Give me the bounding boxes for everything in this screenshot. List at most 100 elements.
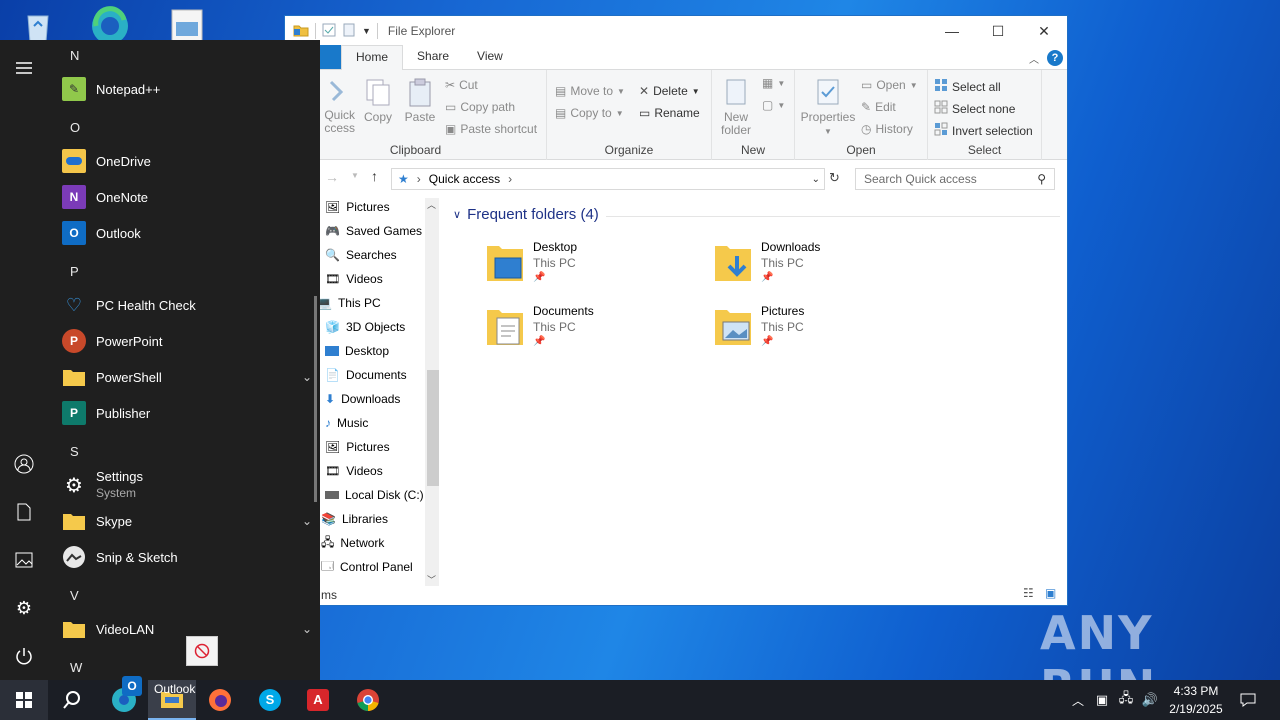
taskbar-acrobat[interactable]: A	[294, 680, 342, 720]
history-button[interactable]: ◷ History	[861, 122, 913, 136]
copy-button[interactable]: Copy	[361, 78, 395, 124]
select-all-button[interactable]: Select all	[934, 78, 1001, 95]
chevron-down-icon[interactable]: ⌄	[302, 514, 312, 528]
start-button[interactable]	[0, 680, 48, 720]
properties-button[interactable]: Properties ▼	[799, 78, 857, 138]
app-pc-health-check[interactable]: ♡ PC Health Check	[62, 287, 312, 323]
settings-gear-icon[interactable]: ⚙	[0, 584, 48, 632]
nav-scrollbar-thumb[interactable]	[427, 370, 439, 486]
tab-view[interactable]: View	[463, 45, 517, 69]
new-folder-qat-icon[interactable]	[342, 23, 356, 40]
documents-icon[interactable]	[0, 488, 48, 536]
folder-tile-downloads[interactable]: Downloads This PC 📌	[713, 240, 820, 284]
delete-button[interactable]: ✕ Delete ▼	[639, 84, 700, 98]
nav-item-network[interactable]: 🖧 Network	[321, 532, 384, 554]
nav-item-3d-objects[interactable]: 🧊 3D Objects	[325, 316, 405, 338]
user-account-icon[interactable]	[0, 440, 48, 488]
copy-path-button[interactable]: ▭ Copy path	[445, 100, 515, 114]
paste-button[interactable]: Paste	[403, 78, 437, 124]
taskbar-skype[interactable]: S	[246, 680, 294, 720]
nav-item-desktop[interactable]: Desktop	[325, 340, 389, 362]
nav-item-documents[interactable]: 📄 Documents	[325, 364, 407, 386]
refresh-icon[interactable]: ↻	[829, 170, 840, 186]
address-path[interactable]: Quick access	[429, 172, 500, 186]
nav-item-this-pc[interactable]: 💻 This PC	[317, 292, 381, 314]
nav-item-control-panel[interactable]: 🗔 Control Panel	[321, 556, 413, 578]
tab-home[interactable]: Home	[341, 45, 404, 70]
edge-icon[interactable]	[88, 4, 128, 44]
app-powerpoint[interactable]: P PowerPoint	[62, 323, 312, 359]
app-powershell-folder[interactable]: PowerShell ⌄	[62, 359, 312, 395]
minimize-icon[interactable]: —	[929, 16, 975, 46]
copy-to-button[interactable]: ▤ Copy to ▼	[555, 106, 624, 120]
app-publisher[interactable]: P Publisher	[62, 395, 312, 431]
move-to-button[interactable]: ▤ Move to ▼	[555, 84, 625, 98]
chevron-down-icon[interactable]: ⌄	[302, 622, 312, 636]
nav-item-videos[interactable]: 🎞 Videos	[325, 268, 383, 290]
show-hidden-icons-icon[interactable]: ︿	[1068, 680, 1088, 720]
action-center-device-icon[interactable]: ▣	[1092, 680, 1112, 720]
nav-item-searches[interactable]: 🔍 Searches	[325, 244, 397, 266]
app-snip-sketch[interactable]: Snip & Sketch	[62, 539, 312, 575]
chevron-down-icon[interactable]: ⌄	[302, 370, 312, 384]
qat-dropdown-icon[interactable]: ▼	[362, 26, 371, 36]
select-none-button[interactable]: Select none	[934, 100, 1015, 117]
nav-item-libraries[interactable]: 📚 Libraries	[321, 508, 388, 530]
open-button[interactable]: ▭ Open ▼	[861, 78, 918, 92]
letter-header-w[interactable]: W	[70, 660, 82, 675]
title-bar[interactable]: ▼ File Explorer — ☐ ✕	[285, 16, 1067, 46]
app-onenote[interactable]: N OneNote	[62, 179, 312, 215]
nav-item-videos-pc[interactable]: 🎞 Videos	[325, 460, 383, 482]
address-bar[interactable]: ★ › Quick access › ⌄	[391, 168, 825, 190]
nav-item-saved-games[interactable]: 🎮 Saved Games	[325, 220, 422, 242]
easy-access-button[interactable]: ▢ ▼	[762, 98, 785, 112]
file-explorer-window[interactable]: ▼ File Explorer — ☐ ✕ Home Share View ︿ …	[284, 15, 1068, 606]
forward-icon[interactable]: →	[325, 169, 339, 185]
nav-item-music[interactable]: ♪ Music	[325, 412, 368, 434]
help-icon[interactable]: ?	[1047, 50, 1063, 66]
large-icons-view-icon[interactable]: ▣	[1045, 586, 1056, 600]
cut-button[interactable]: ✂ Cut	[445, 78, 478, 92]
app-settings[interactable]: ⚙ Settings System	[62, 467, 312, 503]
details-view-icon[interactable]: ☷	[1023, 586, 1034, 600]
app-outlook[interactable]: O Outlook	[62, 215, 312, 251]
folder-tile-documents[interactable]: Documents This PC 📌	[485, 304, 594, 348]
properties-qat-icon[interactable]	[322, 23, 336, 40]
app-list[interactable]: N ✎ Notepad++ O OneDrive N OneNote O Out…	[48, 40, 320, 680]
nav-item-pictures-pc[interactable]: 🖼 Pictures	[325, 436, 390, 458]
scroll-up-icon[interactable]: ︿	[427, 198, 436, 211]
frequent-folders-header[interactable]: ∨ Frequent folders (4)	[453, 206, 599, 223]
network-icon[interactable]: 🖧	[1116, 680, 1136, 720]
folder-tile-desktop[interactable]: Desktop This PC 📌	[485, 240, 577, 284]
recent-dropdown-icon[interactable]: ▼	[351, 171, 359, 180]
maximize-icon[interactable]: ☐	[975, 16, 1021, 46]
search-input[interactable]: Search Quick access ⚲	[855, 168, 1055, 190]
letter-header-n[interactable]: N	[70, 48, 79, 63]
address-dropdown-icon[interactable]: ⌄	[812, 174, 820, 185]
up-icon[interactable]: ↑	[371, 168, 378, 184]
pictures-icon[interactable]	[0, 536, 48, 584]
start-menu[interactable]: ⚙ N ✎ Notepad++ O OneDrive N OneNote O O…	[0, 40, 320, 680]
notifications-icon[interactable]	[1236, 680, 1260, 720]
app-onedrive[interactable]: OneDrive	[62, 143, 312, 179]
folder-tile-pictures[interactable]: Pictures This PC 📌	[713, 304, 804, 348]
nav-item-local-disk[interactable]: Local Disk (C:)	[325, 484, 424, 506]
new-folder-button[interactable]: New folder	[716, 78, 756, 137]
rename-button[interactable]: ▭ Rename	[639, 106, 700, 120]
paste-shortcut-button[interactable]: ▣ Paste shortcut	[445, 122, 537, 136]
app-list-scrollbar[interactable]	[314, 296, 317, 502]
app-notepadpp[interactable]: ✎ Notepad++	[62, 71, 312, 107]
letter-header-o[interactable]: O	[70, 120, 80, 135]
search-button[interactable]	[48, 680, 96, 720]
content-pane[interactable]: ∨ Frequent folders (4) Desktop This PC 📌 D…	[441, 196, 1067, 582]
close-icon[interactable]: ✕	[1021, 16, 1067, 46]
letter-header-p[interactable]: P	[70, 264, 79, 279]
tab-share[interactable]: Share	[403, 45, 463, 69]
edit-button[interactable]: ✎ Edit	[861, 100, 896, 114]
taskbar-firefox[interactable]	[196, 680, 244, 720]
letter-header-s[interactable]: S	[70, 444, 79, 459]
taskbar-chrome[interactable]	[344, 680, 392, 720]
app-skype-folder[interactable]: Skype ⌄	[62, 503, 312, 539]
invert-selection-button[interactable]: Invert selection	[934, 122, 1033, 139]
new-item-button[interactable]: ▦ ▼	[762, 76, 785, 90]
